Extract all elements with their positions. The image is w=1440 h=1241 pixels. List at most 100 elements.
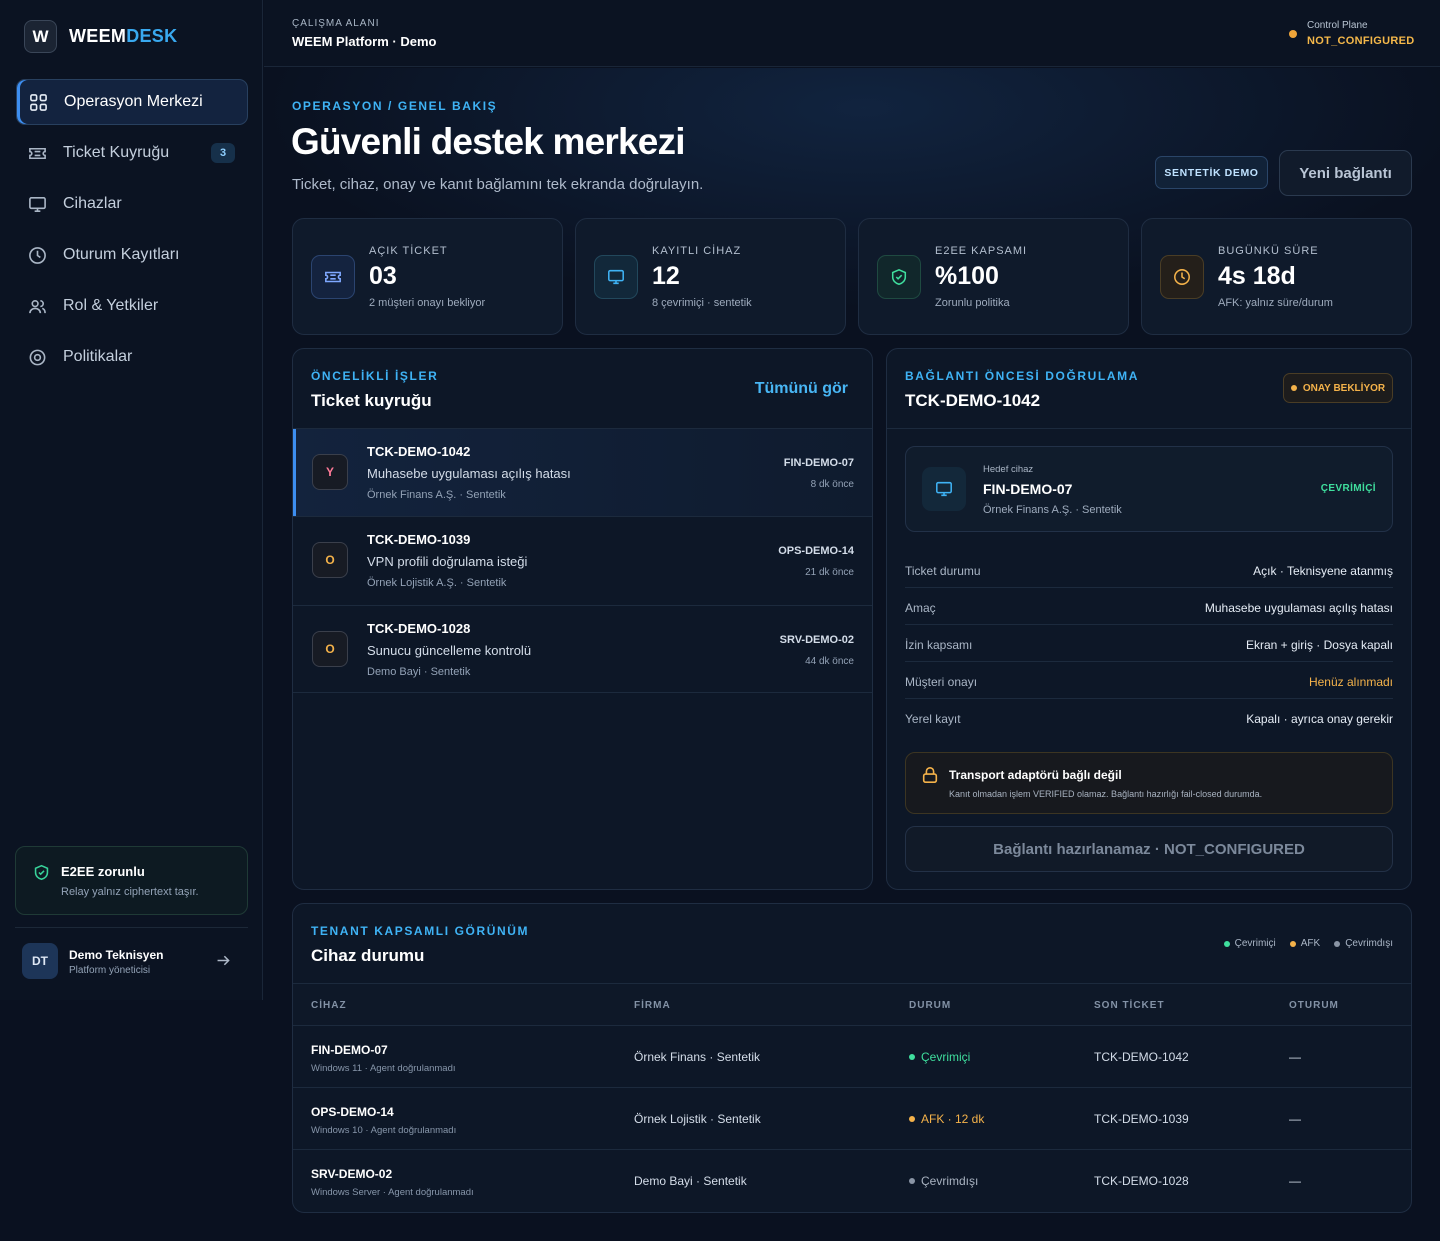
new-connection-button[interactable]: Yeni bağlantı	[1279, 150, 1412, 196]
stat-value: 03	[369, 262, 397, 290]
stat-subtitle: Zorunlu politika	[935, 297, 1010, 309]
page-title: Güvenli destek merkezi	[291, 121, 686, 162]
ticket-device: OPS-DEMO-14	[778, 545, 854, 557]
priority-badge: O	[312, 542, 348, 578]
monitor-icon	[594, 255, 638, 299]
table-row[interactable]: OPS-DEMO-14 Windows 10 · Agent doğrulanm…	[293, 1088, 1411, 1150]
column-header: FİRMA	[634, 1000, 671, 1011]
shield-icon	[877, 255, 921, 299]
stat-value: 12	[652, 262, 680, 290]
stat-card-devices[interactable]: KAYITLI CİHAZ 12 8 çevrimiçi · sentetik	[575, 218, 846, 335]
stat-subtitle: 2 müşteri onayı bekliyor	[369, 297, 486, 309]
status-dot	[1290, 385, 1297, 391]
alert-title: Transport adaptörü bağlı değil	[949, 768, 1122, 782]
users-icon	[29, 299, 46, 313]
detail-row: Amaç Muhasebe uygulaması açılış hatası	[905, 588, 1393, 625]
ticket-row[interactable]: Y TCK-DEMO-1042 Muhasebe uygulaması açıl…	[293, 428, 872, 516]
panel-eyebrow: BAĞLANTI ÖNCESİ DOĞRULAMA	[905, 369, 1139, 383]
detail-row: İzin kapsamı Ekran + giriş · Dosya kapalı	[905, 625, 1393, 662]
sidebar: W WEEMDESK Operasyon Merkezi Ticket Kuyr…	[0, 0, 263, 1000]
e2ee-title: E2EE zorunlu	[61, 864, 145, 879]
sidebar-item-tickets[interactable]: Ticket Kuyruğu 3	[16, 130, 248, 176]
ticket-time: 44 dk önce	[805, 656, 854, 667]
stat-label: AÇIK TİCKET	[369, 245, 448, 257]
sidebar-item-label: Oturum Kayıtları	[63, 246, 180, 263]
device-status-panel: TENANT KAPSAMLI GÖRÜNÜM Cihaz durumu Çev…	[292, 903, 1412, 1213]
sidebar-item-label: Cihazlar	[63, 195, 122, 212]
grid-icon	[30, 93, 47, 111]
arrow-right-icon[interactable]	[215, 952, 232, 969]
panel-title: TCK-DEMO-1042	[905, 391, 1041, 410]
target-name: FIN-DEMO-07	[983, 481, 1073, 497]
priority-badge: Y	[312, 454, 348, 490]
sidebar-item-label: Operasyon Merkezi	[64, 93, 203, 110]
target-org: Örnek Finans A.Ş. · Sentetik	[983, 504, 1122, 516]
table-row[interactable]: SRV-DEMO-02 Windows Server · Agent doğru…	[293, 1150, 1411, 1212]
sidebar-item-policies[interactable]: Politikalar	[16, 334, 248, 380]
stat-card-duration[interactable]: BUGÜNKÜ SÜRE 4s 18d AFK: yalnız süre/dur…	[1141, 218, 1412, 335]
user-name: Demo Teknisyen	[69, 948, 164, 962]
control-plane-status-dot	[1289, 30, 1297, 38]
ticket-description: Sunucu güncelleme kontrolü	[367, 643, 532, 658]
e2ee-subtitle: Relay yalnız ciphertext taşır.	[61, 886, 199, 898]
ticket-id: TCK-DEMO-1042	[367, 444, 471, 459]
stat-subtitle: 8 çevrimiçi · sentetik	[652, 297, 752, 309]
legend-item: AFK	[1289, 938, 1320, 949]
synthetic-demo-badge: SENTETİK DEMO	[1155, 156, 1268, 189]
user-role: Platform yöneticisi	[69, 965, 151, 976]
sidebar-item-label: Rol & Yetkiler	[63, 297, 159, 314]
status-badge: ONAY BEKLİYOR	[1283, 373, 1393, 403]
ticket-description: VPN profili doğrulama isteği	[367, 554, 528, 569]
ticket-description: Muhasebe uygulaması açılış hatası	[367, 466, 571, 481]
sidebar-item-roles[interactable]: Rol & Yetkiler	[16, 283, 248, 329]
transport-alert: Transport adaptörü bağlı değil Kanıt olm…	[905, 752, 1393, 814]
prepare-connection-button[interactable]: Bağlantı hazırlanamaz · NOT_CONFIGURED	[905, 826, 1393, 872]
column-header: OTURUM	[1289, 1000, 1339, 1011]
legend-item: Çevrimiçi	[1223, 938, 1276, 949]
breadcrumb: OPERASYON / GENEL BAKIŞ	[292, 99, 498, 113]
brand[interactable]: W WEEMDESK	[24, 20, 177, 53]
detail-row: Ticket durumu Açık · Teknisyene atanmış	[905, 551, 1393, 588]
stat-card-open-tickets[interactable]: AÇIK TİCKET 03 2 müşteri onayı bekliyor	[292, 218, 563, 335]
panel-eyebrow: TENANT KAPSAMLI GÖRÜNÜM	[311, 924, 530, 938]
target-status: ÇEVRİMİÇİ	[1320, 483, 1376, 494]
gear-icon	[29, 349, 46, 365]
page-subtitle: Ticket, cihaz, onay ve kanıt bağlamını t…	[292, 176, 704, 193]
sidebar-item-devices[interactable]: Cihazlar	[16, 181, 248, 227]
detail-row: Müşteri onayı Henüz alınmadı	[905, 662, 1393, 699]
ticket-device: SRV-DEMO-02	[779, 634, 854, 646]
stat-label: E2EE KAPSAMI	[935, 245, 1028, 257]
detail-row: Yerel kayıt Kapalı · ayrıca onay gerekir	[905, 712, 1393, 726]
ticket-org: Demo Bayi · Sentetik	[367, 666, 471, 678]
ticket-id: TCK-DEMO-1039	[367, 532, 471, 547]
panel-eyebrow: ÖNCELİKLİ İŞLER	[311, 369, 439, 383]
ticket-org: Örnek Lojistik A.Ş. · Sentetik	[367, 577, 507, 589]
control-plane-label: Control Plane	[1307, 20, 1368, 31]
column-header: SON TİCKET	[1094, 1000, 1165, 1011]
panel-title: Cihaz durumu	[311, 946, 425, 965]
sidebar-nav: Operasyon Merkezi Ticket Kuyruğu 3 Cihaz…	[16, 79, 248, 385]
alert-text: Kanıt olmadan işlem VERIFIED olamaz. Bağ…	[949, 789, 1263, 799]
column-header: DURUM	[909, 1000, 952, 1011]
brand-name: WEEMDESK	[69, 26, 178, 46]
sidebar-item-sessions[interactable]: Oturum Kayıtları	[16, 232, 248, 278]
table-header: CİHAZ FİRMA DURUM SON TİCKET OTURUM	[293, 983, 1411, 1026]
control-plane-status: NOT_CONFIGURED	[1307, 35, 1415, 47]
legend-item: Çevrimdışı	[1334, 938, 1393, 949]
workspace-name[interactable]: WEEM Platform · Demo	[292, 34, 436, 49]
target-device-card[interactable]: Hedef cihaz FIN-DEMO-07 Örnek Finans A.Ş…	[905, 446, 1393, 532]
clock-icon	[1160, 255, 1204, 299]
ticket-row[interactable]: O TCK-DEMO-1028 Sunucu güncelleme kontro…	[293, 605, 872, 693]
sidebar-item-label: Ticket Kuyruğu	[63, 144, 170, 161]
ticket-count-badge: 3	[211, 143, 235, 163]
ticket-queue-panel: ÖNCELİKLİ İŞLER Ticket kuyruğu Tümünü gö…	[292, 348, 873, 890]
table-row[interactable]: FIN-DEMO-07 Windows 11 · Agent doğrulanm…	[293, 1026, 1411, 1088]
monitor-icon	[29, 196, 46, 212]
ticket-org: Örnek Finans A.Ş. · Sentetik	[367, 489, 506, 501]
ticket-row[interactable]: O TCK-DEMO-1039 VPN profili doğrulama is…	[293, 516, 872, 604]
user-profile[interactable]: DT Demo Teknisyen Platform yöneticisi	[15, 927, 248, 987]
divider	[887, 428, 1411, 429]
see-all-link[interactable]: Tümünü gör	[755, 380, 848, 398]
stat-card-e2ee[interactable]: E2EE KAPSAMI %100 Zorunlu politika	[858, 218, 1129, 335]
sidebar-item-operations[interactable]: Operasyon Merkezi	[16, 79, 248, 125]
